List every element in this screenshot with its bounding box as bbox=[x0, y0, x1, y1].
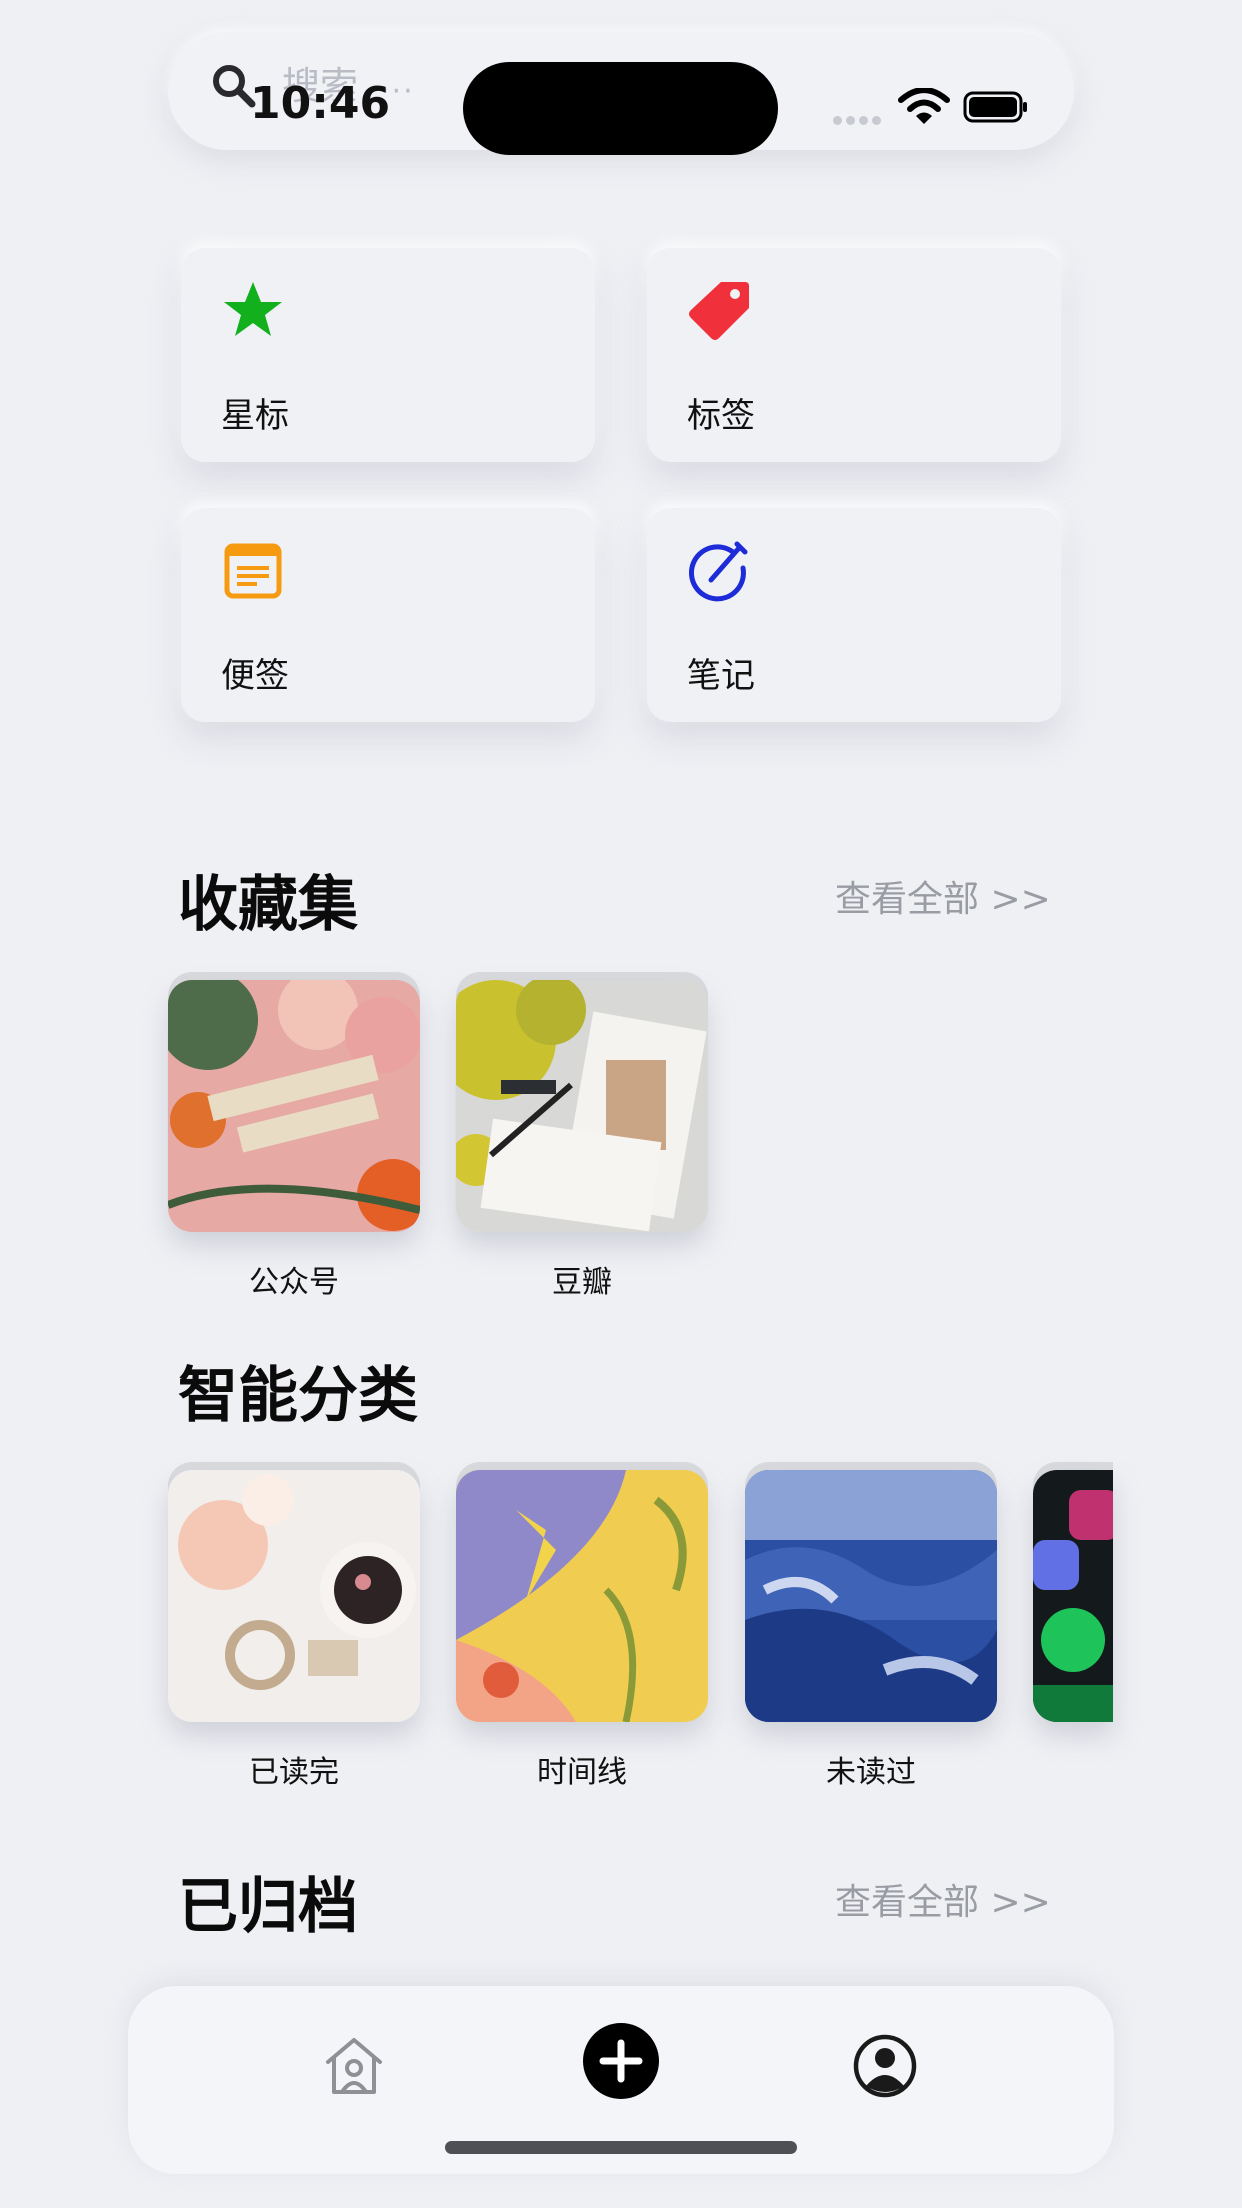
archived-title: 已归档 bbox=[178, 1872, 358, 1942]
dynamic-island bbox=[463, 62, 778, 155]
notes-card[interactable]: 笔记 bbox=[647, 508, 1061, 722]
category-item-timeline[interactable] bbox=[456, 1470, 708, 1722]
category-item-unread[interactable] bbox=[745, 1470, 997, 1722]
memo-card[interactable]: 便签 bbox=[181, 508, 595, 722]
add-icon[interactable] bbox=[583, 2023, 659, 2099]
notes-label: 笔记 bbox=[687, 656, 755, 696]
category-item-label: 未读过 bbox=[826, 1755, 916, 1790]
smart-categories-title: 智能分类 bbox=[178, 1361, 418, 1431]
note-pen-icon bbox=[689, 541, 748, 602]
candle-tea-photo bbox=[168, 1470, 420, 1722]
category-item-social[interactable] bbox=[1033, 1470, 1113, 1722]
tags-card[interactable]: 标签 bbox=[647, 248, 1061, 462]
favorites-title: 收藏集 bbox=[178, 870, 358, 940]
favorite-item-label: 公众号 bbox=[249, 1265, 339, 1300]
favorite-item-wechat[interactable] bbox=[168, 980, 420, 1232]
category-item-label: 已读完 bbox=[249, 1755, 339, 1790]
home-icon[interactable] bbox=[322, 2034, 386, 2096]
favorite-item-douban[interactable] bbox=[456, 980, 708, 1232]
archived-view-all-link[interactable]: 查看全部 >> bbox=[835, 1873, 1051, 1925]
home-indicator bbox=[445, 2141, 797, 2154]
favorites-view-all-link[interactable]: 查看全部 >> bbox=[835, 870, 1051, 922]
floral-pattern-illustration bbox=[456, 1470, 708, 1722]
paint-brushes-photo bbox=[456, 980, 708, 1232]
social-app-icons-photo bbox=[1033, 1470, 1113, 1722]
welcome-spring-photo bbox=[168, 980, 420, 1232]
tag-icon bbox=[689, 282, 749, 340]
wifi-icon bbox=[898, 88, 950, 124]
status-time: 10:46 bbox=[250, 78, 391, 129]
tags-label: 标签 bbox=[687, 396, 755, 436]
blue-mountains-photo bbox=[745, 1470, 997, 1722]
cellular-signal-icon bbox=[833, 110, 885, 129]
starred-card[interactable]: 星标 bbox=[181, 248, 595, 462]
memo-icon bbox=[224, 543, 282, 599]
starred-label: 星标 bbox=[221, 396, 289, 436]
favorite-item-label: 豆瓣 bbox=[552, 1265, 612, 1300]
star-icon bbox=[224, 282, 282, 336]
category-item-label: 时间线 bbox=[537, 1755, 627, 1790]
profile-icon[interactable] bbox=[853, 2034, 917, 2098]
memo-label: 便签 bbox=[221, 656, 289, 696]
category-item-read[interactable] bbox=[168, 1470, 420, 1722]
battery-icon bbox=[963, 91, 1027, 123]
